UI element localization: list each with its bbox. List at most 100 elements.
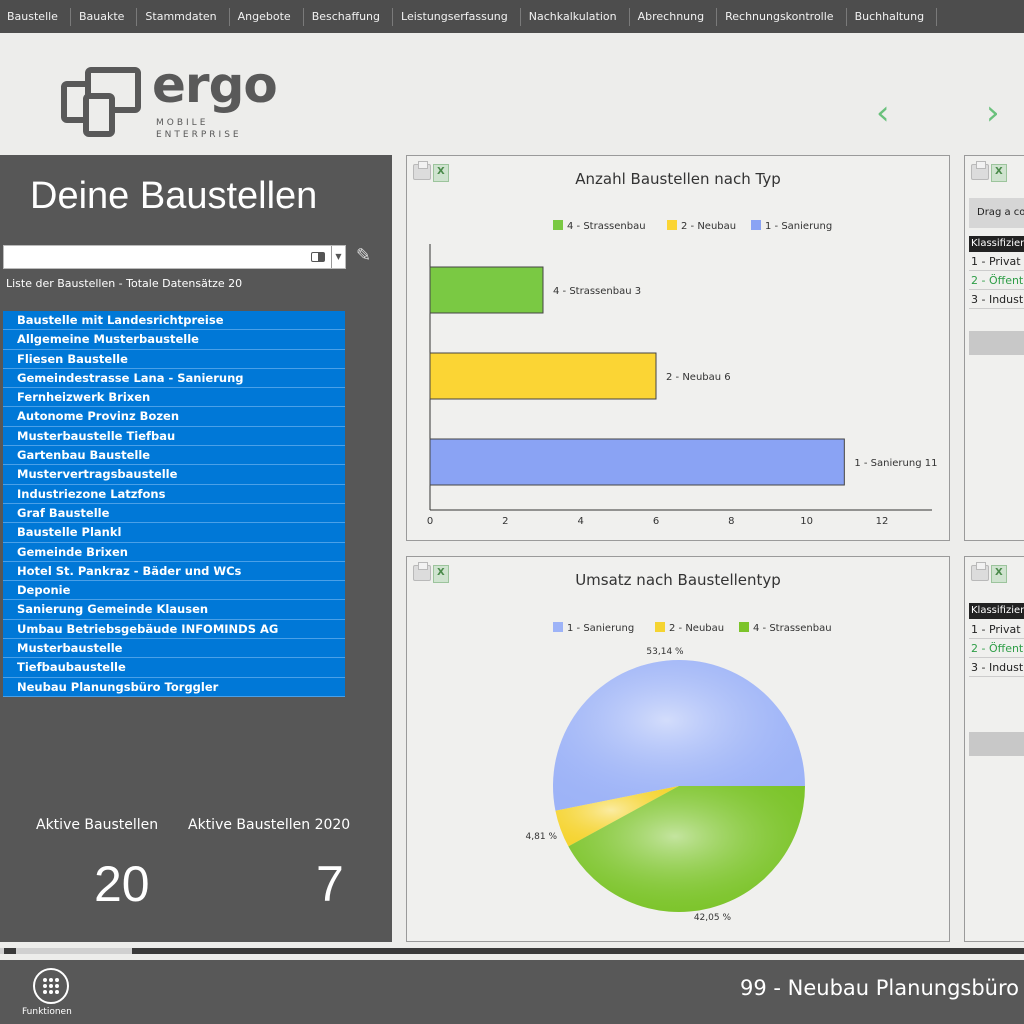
list-item[interactable]: Fliesen Baustelle bbox=[3, 349, 345, 369]
grid-row[interactable]: 3 - Industr bbox=[969, 291, 1024, 309]
list-item[interactable]: Industriezone Latzfons bbox=[3, 484, 345, 504]
stat-value-active: 20 bbox=[94, 856, 150, 912]
bar bbox=[429, 266, 544, 314]
klassifizierung-card-top: Drag a co Klassifizieru 1 - Privat 2 - Ö… bbox=[964, 155, 1024, 541]
grid-row[interactable]: 2 - Öffentl bbox=[969, 272, 1024, 290]
filter-input[interactable]: ▼ bbox=[3, 245, 346, 269]
menu-item[interactable]: Nachkalkulation bbox=[521, 7, 630, 26]
list-item[interactable]: Umbau Betriebsgebäude INFOMINDS AG bbox=[3, 619, 345, 640]
print-icon[interactable] bbox=[971, 161, 989, 180]
bar-chart-card: Anzahl Baustellen nach Typ 4 - Strassenb… bbox=[406, 155, 950, 541]
grid-row[interactable]: 2 - Öffentl bbox=[969, 640, 1024, 658]
list-item[interactable]: Neubau Planungsbüro Torggler bbox=[3, 677, 345, 697]
pie-data-label: 42,05 % bbox=[694, 913, 732, 923]
legend-label: 4 - Strassenbau bbox=[567, 221, 646, 232]
bar-legend: 4 - Strassenbau 2 - Neubau 1 - Sanierung bbox=[553, 220, 832, 232]
menu-item[interactable]: Rechnungskontrolle bbox=[717, 7, 847, 26]
grid-row[interactable]: 1 - Privat bbox=[969, 621, 1024, 639]
list-item[interactable]: Hotel St. Pankraz - Bäder und WCs bbox=[3, 561, 345, 582]
scrollbar-thumb[interactable] bbox=[132, 948, 1024, 954]
baustellen-panel: Deine Baustellen ▼ ✎ Liste der Baustelle… bbox=[0, 155, 392, 942]
group-drag-area[interactable]: Drag a co bbox=[969, 198, 1024, 228]
list-item[interactable]: Allgemeine Musterbaustelle bbox=[3, 330, 345, 350]
pie-data-label: 53,14 % bbox=[646, 647, 684, 657]
legend-swatch bbox=[655, 622, 665, 632]
pie-legend: 1 - Sanierung 2 - Neubau 4 - Strassenbau bbox=[553, 622, 832, 634]
previous-page-icon[interactable]: ‹ bbox=[876, 96, 890, 130]
stat-value-active-2020: 7 bbox=[316, 856, 344, 912]
list-item[interactable]: Gemeinde Brixen bbox=[3, 542, 345, 562]
baustellen-list: Baustelle mit Landesrichtpreise Allgemein… bbox=[3, 311, 345, 697]
toggle-icon[interactable] bbox=[311, 252, 325, 262]
stat-label-active-2020: Aktive Baustellen 2020 bbox=[188, 817, 351, 833]
column-header-klassifizierung[interactable]: Klassifizieru bbox=[969, 236, 1024, 252]
legend-swatch bbox=[553, 622, 563, 632]
list-item[interactable]: Fernheizwerk Brixen bbox=[3, 388, 345, 408]
list-item[interactable]: Musterbaustelle bbox=[3, 639, 345, 659]
legend-swatch bbox=[667, 220, 677, 230]
legend-label: 1 - Sanierung bbox=[567, 623, 634, 634]
legend-label: 2 - Neubau bbox=[681, 221, 736, 232]
legend-label: 2 - Neubau bbox=[669, 623, 724, 634]
list-item[interactable]: Baustelle Plankl bbox=[3, 523, 345, 543]
logo-devices-icon bbox=[61, 67, 141, 137]
menu-item[interactable]: Angebote bbox=[230, 7, 304, 26]
x-tick-label: 4 bbox=[577, 516, 583, 527]
list-item[interactable]: Baustelle mit Landesrichtpreise bbox=[3, 311, 345, 331]
legend-swatch bbox=[751, 220, 761, 230]
bar-data-label: 2 - Neubau 6 bbox=[666, 372, 731, 383]
grid-footer-bar bbox=[969, 331, 1024, 355]
pie-data-label: 4,81 % bbox=[526, 832, 558, 842]
list-item[interactable]: Autonome Provinz Bozen bbox=[3, 407, 345, 427]
legend-swatch bbox=[553, 220, 563, 230]
menu-item[interactable]: Buchhaltung bbox=[847, 7, 938, 26]
logo-wordmark: ergo bbox=[152, 56, 278, 114]
menu-item[interactable]: Baustelle bbox=[0, 7, 71, 26]
x-tick-label: 8 bbox=[728, 516, 734, 527]
footer-bar: Funktionen 99 - Neubau Planungsbüro bbox=[0, 960, 1024, 1024]
grid-row[interactable]: 3 - Industr bbox=[969, 659, 1024, 677]
logo-subline-1: MOBILE bbox=[156, 118, 209, 128]
scrollbar-left-stub[interactable] bbox=[4, 948, 16, 954]
legend-swatch bbox=[739, 622, 749, 632]
list-item[interactable]: Tiefbaubaustelle bbox=[3, 658, 345, 678]
current-baustelle-title: 99 - Neubau Planungsbüro bbox=[740, 976, 1019, 1000]
bar-chart: 4 - Strassenbau 2 - Neubau 1 - Sanierung4 … bbox=[427, 220, 937, 527]
pie-chart-card: Umsatz nach Baustellentyp 1 - Sanierung2… bbox=[406, 556, 950, 942]
functions-button[interactable] bbox=[33, 968, 69, 1004]
list-item[interactable]: Musterbaustelle Tiefbau bbox=[3, 426, 345, 447]
legend-label: 4 - Strassenbau bbox=[753, 623, 832, 634]
column-header-klassifizierung[interactable]: Klassifizieru bbox=[969, 603, 1024, 619]
ergo-logo: ergo MOBILE ENTERPRISE bbox=[60, 56, 300, 146]
excel-export-icon[interactable] bbox=[991, 565, 1007, 583]
menu-item[interactable]: Bauakte bbox=[71, 7, 138, 26]
list-item[interactable]: Sanierung Gemeinde Klausen bbox=[3, 600, 345, 620]
list-item[interactable]: Gemeindestrasse Lana - Sanierung bbox=[3, 368, 345, 389]
print-icon[interactable] bbox=[971, 562, 989, 581]
panel-title: Deine Baustellen bbox=[30, 175, 318, 217]
menu-item[interactable]: Stammdaten bbox=[137, 7, 230, 26]
grid-dots-icon bbox=[43, 978, 59, 994]
grid-row[interactable]: 1 - Privat bbox=[969, 253, 1024, 271]
chevron-down-icon[interactable]: ▼ bbox=[331, 246, 345, 268]
x-tick-label: 2 bbox=[502, 516, 508, 527]
main-menu: Baustelle Bauakte Stammdaten Angebote Bescha… bbox=[0, 0, 1024, 33]
list-item[interactable]: Deponie bbox=[3, 581, 345, 601]
excel-export-icon[interactable] bbox=[991, 164, 1007, 182]
bar-data-label: 1 - Sanierung 11 bbox=[854, 458, 937, 469]
edit-pencil-icon[interactable]: ✎ bbox=[356, 245, 378, 267]
bar bbox=[429, 438, 845, 486]
next-page-icon[interactable]: › bbox=[986, 96, 1000, 130]
list-item[interactable]: Graf Baustelle bbox=[3, 503, 345, 524]
menu-item[interactable]: Beschaffung bbox=[304, 7, 394, 26]
list-item[interactable]: Mustervertragsbaustelle bbox=[3, 465, 345, 485]
list-caption: Liste der Baustellen - Totale Datensätze… bbox=[6, 277, 243, 290]
klassifizierung-card-bottom: Klassifizieru 1 - Privat 2 - Öffentl 3 -… bbox=[964, 556, 1024, 942]
legend-label: 1 - Sanierung bbox=[765, 221, 832, 232]
list-item[interactable]: Gartenbau Baustelle bbox=[3, 446, 345, 466]
logo-subline-2: ENTERPRISE bbox=[156, 130, 242, 140]
menu-item[interactable]: Leistungserfassung bbox=[393, 7, 521, 26]
menu-item[interactable]: Abrechnung bbox=[630, 7, 718, 26]
x-tick-label: 10 bbox=[800, 516, 813, 527]
pie-chart: 1 - Sanierung 2 - Neubau 4 - Strassenbau 53… bbox=[526, 622, 832, 923]
